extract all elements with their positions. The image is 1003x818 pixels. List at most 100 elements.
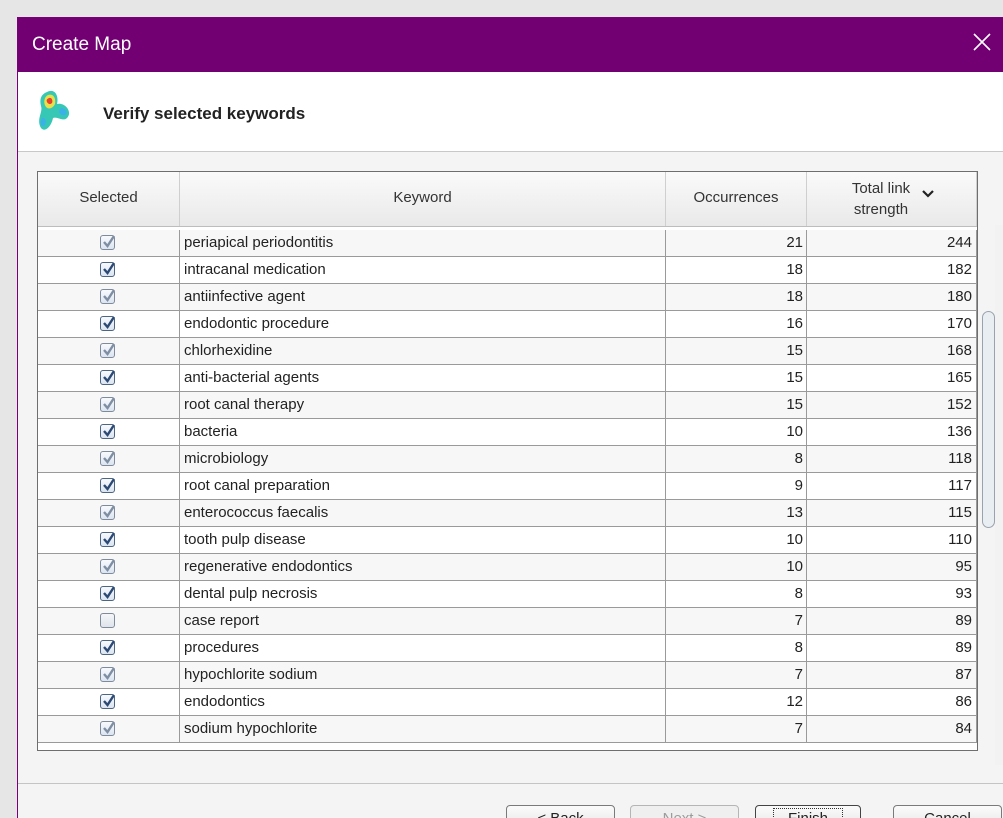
selected-checkbox[interactable] bbox=[100, 343, 116, 358]
scrollbar-track[interactable] bbox=[995, 225, 1003, 765]
occurrences-cell: 21 bbox=[666, 230, 807, 257]
table-row[interactable]: intracanal medication 18 182 bbox=[38, 257, 977, 284]
scrollbar-thumb[interactable] bbox=[982, 311, 995, 528]
table-row[interactable]: bacteria 10 136 bbox=[38, 419, 977, 446]
checkmark-icon bbox=[103, 289, 116, 302]
occurrences-cell: 10 bbox=[666, 419, 807, 446]
table-row[interactable]: regenerative endodontics 10 95 bbox=[38, 554, 977, 581]
selected-cell bbox=[38, 473, 180, 500]
keyword-cell: periapical periodontitis bbox=[180, 230, 666, 257]
close-icon[interactable] bbox=[969, 29, 995, 55]
window-title: Create Map bbox=[32, 34, 132, 55]
selected-cell bbox=[38, 662, 180, 689]
column-header-selected[interactable]: Selected bbox=[38, 172, 180, 226]
link-strength-cell: 115 bbox=[807, 500, 977, 527]
keyword-cell: endodontic procedure bbox=[180, 311, 666, 338]
page-heading: Verify selected keywords bbox=[103, 104, 306, 123]
selected-checkbox[interactable] bbox=[100, 532, 116, 547]
checkmark-icon bbox=[103, 532, 116, 545]
keyword-cell: anti-bacterial agents bbox=[180, 365, 666, 392]
selected-checkbox[interactable] bbox=[100, 235, 116, 250]
occurrences-cell: 15 bbox=[666, 338, 807, 365]
table-row[interactable]: root canal therapy 15 152 bbox=[38, 392, 977, 419]
keyword-cell: microbiology bbox=[180, 446, 666, 473]
next-button[interactable]: Next > bbox=[630, 805, 739, 818]
table-row[interactable]: anti-bacterial agents 15 165 bbox=[38, 365, 977, 392]
occurrences-cell: 7 bbox=[666, 662, 807, 689]
checkmark-icon bbox=[103, 478, 116, 491]
back-button[interactable]: < Back bbox=[506, 805, 615, 818]
table-row[interactable]: root canal preparation 9 117 bbox=[38, 473, 977, 500]
table-row[interactable]: endodontics 12 86 bbox=[38, 689, 977, 716]
selected-checkbox[interactable] bbox=[100, 694, 116, 709]
column-header-keyword[interactable]: Keyword bbox=[180, 172, 666, 226]
link-strength-cell: 136 bbox=[807, 419, 977, 446]
selected-checkbox[interactable] bbox=[100, 640, 116, 655]
selected-checkbox[interactable] bbox=[100, 667, 116, 682]
occurrences-cell: 8 bbox=[666, 446, 807, 473]
selected-cell bbox=[38, 500, 180, 527]
checkmark-icon bbox=[103, 640, 116, 653]
selected-cell bbox=[38, 338, 180, 365]
selected-checkbox[interactable] bbox=[100, 478, 116, 493]
selected-checkbox[interactable] bbox=[100, 424, 116, 439]
selected-cell bbox=[38, 392, 180, 419]
table-header: Selected Keyword Occurrences Total link … bbox=[38, 172, 977, 227]
selected-cell bbox=[38, 581, 180, 608]
link-strength-cell: 165 bbox=[807, 365, 977, 392]
column-header-occurrences[interactable]: Occurrences bbox=[666, 172, 807, 226]
column-header-label: Occurrences bbox=[693, 189, 779, 206]
selected-cell bbox=[38, 365, 180, 392]
table-row[interactable]: microbiology 8 118 bbox=[38, 446, 977, 473]
cancel-button[interactable]: Cancel bbox=[893, 805, 1002, 818]
table-row[interactable]: tooth pulp disease 10 110 bbox=[38, 527, 977, 554]
table-row[interactable]: chlorhexidine 15 168 bbox=[38, 338, 977, 365]
selected-checkbox[interactable] bbox=[100, 559, 116, 574]
table-row[interactable]: antiinfective agent 18 180 bbox=[38, 284, 977, 311]
occurrences-cell: 15 bbox=[666, 365, 807, 392]
table-row[interactable]: procedures 8 89 bbox=[38, 635, 977, 662]
column-header-label: Keyword bbox=[393, 189, 452, 206]
link-strength-cell: 95 bbox=[807, 554, 977, 581]
link-strength-cell: 89 bbox=[807, 635, 977, 662]
link-strength-cell: 110 bbox=[807, 527, 977, 554]
link-strength-cell: 180 bbox=[807, 284, 977, 311]
selected-checkbox[interactable] bbox=[100, 505, 116, 520]
occurrences-cell: 8 bbox=[666, 581, 807, 608]
selected-cell bbox=[38, 230, 180, 257]
selected-cell bbox=[38, 689, 180, 716]
sort-descending-icon bbox=[921, 186, 935, 203]
column-header-total-link-strength[interactable]: Total link strength bbox=[807, 172, 977, 226]
keyword-cell: dental pulp necrosis bbox=[180, 581, 666, 608]
selected-checkbox[interactable] bbox=[100, 370, 116, 385]
selected-checkbox[interactable] bbox=[100, 289, 116, 304]
table-row[interactable]: endodontic procedure 16 170 bbox=[38, 311, 977, 338]
checkmark-icon bbox=[103, 694, 116, 707]
table-row[interactable]: sodium hypochlorite 7 84 bbox=[38, 716, 977, 743]
checkmark-icon bbox=[103, 316, 116, 329]
finish-button[interactable]: Finish bbox=[755, 805, 861, 818]
selected-checkbox[interactable] bbox=[100, 613, 115, 628]
keyword-cell: enterococcus faecalis bbox=[180, 500, 666, 527]
table-row[interactable]: dental pulp necrosis 8 93 bbox=[38, 581, 977, 608]
selected-checkbox[interactable] bbox=[100, 397, 116, 412]
checkmark-icon bbox=[103, 343, 116, 356]
table-row[interactable]: case report 7 89 bbox=[38, 608, 977, 635]
keyword-cell: root canal preparation bbox=[180, 473, 666, 500]
checkmark-icon bbox=[103, 424, 116, 437]
occurrences-cell: 7 bbox=[666, 608, 807, 635]
checkmark-icon bbox=[103, 505, 116, 518]
selected-checkbox[interactable] bbox=[100, 586, 116, 601]
selected-checkbox[interactable] bbox=[100, 316, 116, 331]
link-strength-cell: 244 bbox=[807, 230, 977, 257]
occurrences-cell: 13 bbox=[666, 500, 807, 527]
selected-cell bbox=[38, 311, 180, 338]
table-row[interactable]: periapical periodontitis 21 244 bbox=[38, 230, 977, 257]
table-row[interactable]: hypochlorite sodium 7 87 bbox=[38, 662, 977, 689]
checkmark-icon bbox=[103, 559, 116, 572]
keyword-cell: procedures bbox=[180, 635, 666, 662]
selected-checkbox[interactable] bbox=[100, 262, 116, 277]
table-row[interactable]: enterococcus faecalis 13 115 bbox=[38, 500, 977, 527]
selected-checkbox[interactable] bbox=[100, 721, 116, 736]
selected-checkbox[interactable] bbox=[100, 451, 116, 466]
